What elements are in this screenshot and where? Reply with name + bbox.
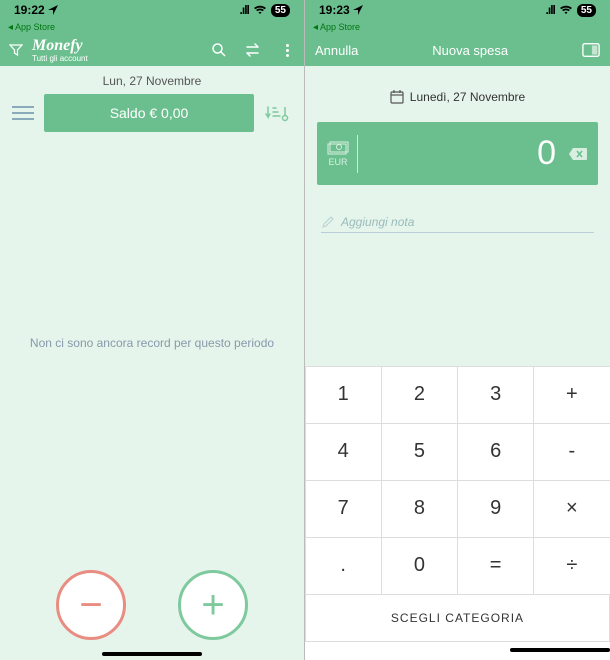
key-divide[interactable]: ÷ [533,537,610,595]
status-time: 19:23 [319,3,350,17]
home-indicator [102,652,202,656]
location-arrow-icon [353,5,363,15]
key-digit-7[interactable]: 7 [305,480,382,538]
battery-indicator: 55 [271,4,290,17]
account-subtitle: Tutti gli account [32,54,88,63]
key-multiply[interactable]: × [533,480,610,538]
key-digit-0[interactable]: 0 [381,537,458,595]
split-view-icon[interactable] [582,42,600,58]
wifi-icon [559,5,573,15]
app-header: Monefy Tutti gli account [0,34,304,66]
key-equals[interactable]: = [457,537,534,595]
date-label: Lunedì, 27 Novembre [410,90,525,104]
key-digit-5[interactable]: 5 [381,423,458,481]
key-digit-8[interactable]: 8 [381,480,458,538]
empty-state-text: Non ci sono ancora record per questo per… [0,136,304,350]
key-plus[interactable]: + [533,366,610,424]
key-digit-2[interactable]: 2 [381,366,458,424]
filter-icon[interactable] [8,42,24,58]
app-title: Monefy [32,38,88,54]
menu-more-icon[interactable] [278,41,296,59]
key-digit-1[interactable]: 1 [305,366,382,424]
transfer-icon[interactable] [244,41,262,59]
wifi-icon [253,5,267,15]
add-expense-button[interactable]: − [56,570,126,640]
keypad: 123+456- 789×.0=÷ SCEGLI CATEGORIA [305,366,610,660]
choose-category-button[interactable]: SCEGLI CATEGORIA [305,594,610,642]
calendar-icon [390,90,404,104]
note-input[interactable]: Aggiungi nota [321,215,594,233]
pen-icon [321,215,335,229]
key-digit-4[interactable]: 4 [305,423,382,481]
search-icon[interactable] [210,41,228,59]
amount-display: EUR 0 [317,122,598,185]
key-digit-6[interactable]: 6 [457,423,534,481]
backspace-icon[interactable] [568,146,588,162]
home-indicator [510,648,610,652]
key-minus[interactable]: - [533,423,610,481]
date-label: Lun, 27 Novembre [0,66,304,94]
sort-icon[interactable] [264,101,292,125]
new-expense-screen: 19:23 .ıll 55 App Store Annulla Nuova sp… [305,0,610,660]
key-digit-9[interactable]: 9 [457,480,534,538]
divider [357,135,358,173]
status-bar: 19:22 .ıll 55 [0,0,304,20]
signal-icon: .ıll [546,3,555,17]
signal-icon: .ıll [240,3,249,17]
amount-value: 0 [366,134,560,173]
breadcrumb-back[interactable]: App Store [0,20,304,34]
currency-code: EUR [328,157,347,167]
status-bar: 19:23 .ıll 55 [305,0,610,20]
battery-indicator: 55 [577,4,596,17]
cancel-button[interactable]: Annulla [315,43,358,58]
balance-button[interactable]: Saldo € 0,00 [44,94,254,132]
status-time: 19:22 [14,3,45,17]
breadcrumb-back[interactable]: App Store [305,20,610,34]
expense-header: Annulla Nuova spesa [305,34,610,66]
add-income-button[interactable]: + [178,570,248,640]
location-arrow-icon [48,5,58,15]
hamburger-icon[interactable] [12,106,34,120]
currency-selector[interactable]: EUR [327,141,349,167]
date-picker[interactable]: Lunedì, 27 Novembre [305,66,610,122]
key-decimal[interactable]: . [305,537,382,595]
key-digit-3[interactable]: 3 [457,366,534,424]
page-title: Nuova spesa [432,43,508,58]
home-screen: 19:22 .ıll 55 App Store Monefy Tutti gli… [0,0,305,660]
note-placeholder: Aggiungi nota [341,215,414,229]
cash-icon [327,141,349,155]
